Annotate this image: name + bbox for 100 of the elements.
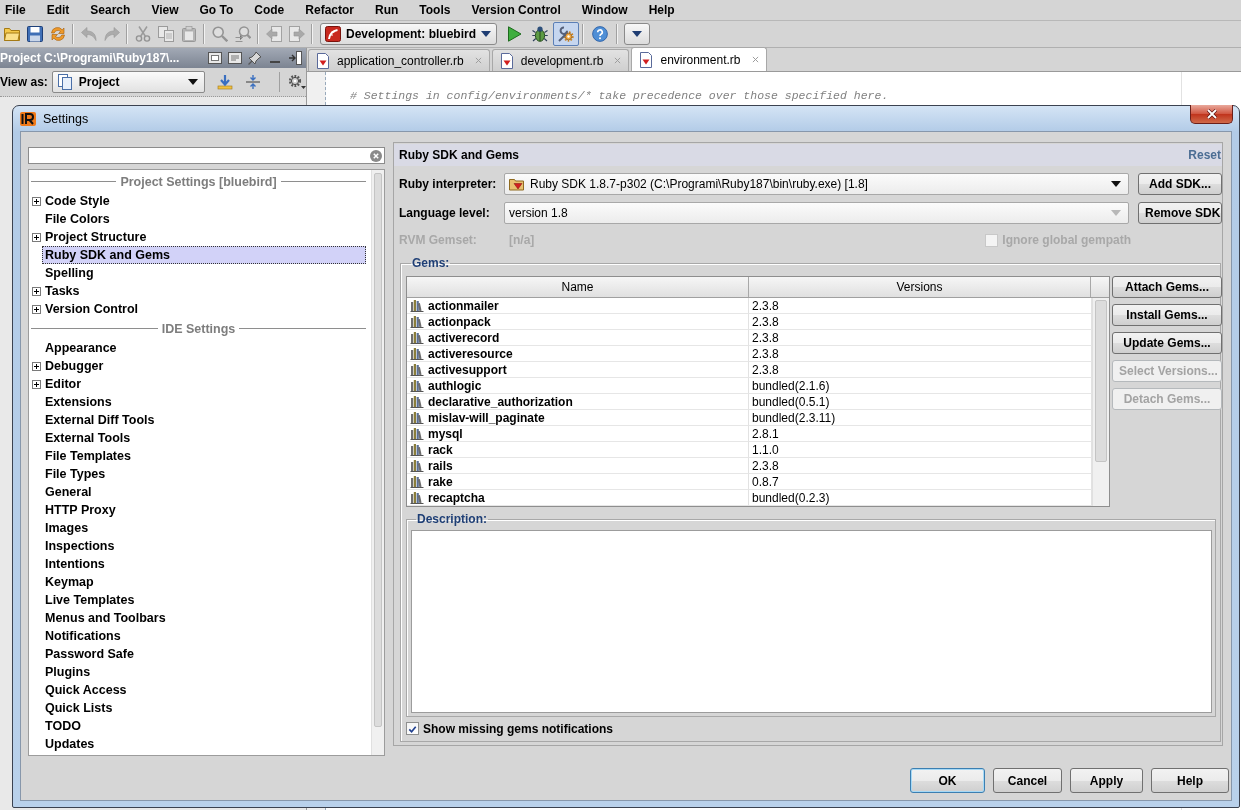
folder-icon[interactable]	[3, 26, 20, 42]
scrollbar[interactable]	[371, 170, 384, 755]
pin-icon[interactable]	[248, 51, 262, 65]
tree-item[interactable]: Project Structure	[42, 228, 366, 246]
gem-action-button[interactable]: Install Gems...	[1112, 304, 1222, 326]
expand-icon[interactable]	[32, 232, 41, 242]
editor-tab[interactable]: development.rb	[491, 49, 630, 71]
tree-item[interactable]: Menus and Toolbars	[42, 609, 366, 627]
books-icon	[410, 347, 424, 360]
tree-item[interactable]: Code Style	[42, 192, 366, 210]
menu-item[interactable]: File	[5, 3, 26, 17]
view-as-dropdown[interactable]: Project	[51, 71, 206, 93]
tree-item[interactable]: General	[42, 483, 366, 501]
close-button[interactable]	[1190, 105, 1233, 124]
search-field[interactable]	[28, 147, 385, 164]
menu-item[interactable]: Code	[254, 3, 285, 17]
menu-item[interactable]: Search	[90, 3, 131, 17]
view-as-label: View as:	[0, 75, 48, 89]
tree-item[interactable]: Live Templates	[42, 591, 366, 609]
gem-action-button[interactable]: Attach Gems...	[1112, 276, 1222, 298]
tree-item[interactable]: Updates	[42, 735, 366, 753]
arrow-down-icon[interactable]	[217, 74, 234, 90]
tree-item[interactable]: Version Control	[42, 300, 366, 318]
refresh-icon[interactable]	[49, 26, 66, 42]
close-icon	[1204, 109, 1219, 119]
column-header[interactable]: Versions	[749, 277, 1091, 297]
tree-item[interactable]: Quick Lists	[42, 699, 366, 717]
dialog-button[interactable]: Apply	[1070, 768, 1143, 793]
tree-item[interactable]: HTTP Proxy	[42, 501, 366, 519]
collapse-icon[interactable]	[245, 74, 262, 90]
editor-tab[interactable]: application_controller.rb	[308, 49, 490, 71]
editor-tab[interactable]: environment.rb	[631, 47, 767, 71]
checkbox[interactable]	[406, 722, 419, 735]
menu-item[interactable]: Refactor	[305, 3, 354, 17]
tree-item[interactable]: Password Safe	[42, 645, 366, 663]
dropdown-button[interactable]	[624, 23, 650, 45]
window-icon[interactable]	[208, 51, 222, 65]
play-icon[interactable]	[506, 26, 522, 42]
menu-item[interactable]: Version Control	[471, 3, 561, 17]
tree-item[interactable]: Images	[42, 519, 366, 537]
expand-icon[interactable]	[32, 196, 41, 206]
floppy-icon[interactable]	[26, 26, 43, 42]
tree-item[interactable]: File Templates	[42, 447, 366, 465]
menu-item[interactable]: Window	[581, 3, 628, 17]
toolbar-toggle-button[interactable]	[553, 22, 579, 46]
dialog-button[interactable]: Help	[1151, 768, 1229, 793]
run-configuration-dropdown[interactable]: Development: bluebird	[320, 23, 497, 45]
tree-item[interactable]: External Diff Tools	[42, 411, 366, 429]
settings-icon[interactable]	[288, 74, 306, 90]
interpreter-dropdown[interactable]: Ruby SDK 1.8.7-p302 (C:\Programi\Ruby187\bin\ruby.exe) [1.8]	[504, 173, 1129, 195]
help-icon[interactable]	[592, 26, 608, 42]
menu-item[interactable]: View	[151, 3, 179, 17]
reset-link[interactable]: Reset	[1188, 148, 1221, 162]
tree-item[interactable]: Spelling	[42, 264, 366, 282]
tree-item[interactable]: Tasks	[42, 282, 366, 300]
tree-item[interactable]: Notifications	[42, 627, 366, 645]
caret-down-icon	[481, 31, 491, 37]
settings-icon[interactable]	[558, 26, 574, 42]
column-header[interactable]: Name	[407, 277, 749, 297]
tree-item[interactable]: Debugger	[42, 357, 366, 375]
tree-item[interactable]: Extensions	[42, 393, 366, 411]
expand-icon[interactable]	[32, 361, 41, 371]
close-icon[interactable]	[751, 56, 759, 63]
gem-version: bundled(2.1.6)	[749, 378, 1092, 394]
gem-version: 2.3.8	[749, 362, 1092, 378]
dialog-button[interactable]: Cancel	[993, 768, 1062, 793]
tree-item[interactable]: Ruby SDK and Gems	[42, 246, 366, 264]
books-icon	[410, 331, 424, 344]
tree-item[interactable]: Quick Access	[42, 681, 366, 699]
menu-item[interactable]: Edit	[46, 3, 70, 17]
checkbox-label[interactable]: Show missing gems notifications	[423, 721, 614, 736]
menu-item[interactable]: Go To	[199, 3, 234, 17]
tree-item[interactable]: File Colors	[42, 210, 366, 228]
tree-item[interactable]: Editor	[42, 375, 366, 393]
expand-icon[interactable]	[32, 304, 41, 314]
gem-action-button[interactable]: Update Gems...	[1112, 332, 1222, 354]
bug-icon[interactable]	[532, 26, 548, 42]
tree-item[interactable]: Appearance	[42, 339, 366, 357]
hide-panel-icon[interactable]	[288, 51, 302, 65]
menu-item[interactable]: Tools	[419, 3, 451, 17]
tree-item[interactable]: Inspections	[42, 537, 366, 555]
document-gem-icon	[638, 51, 655, 68]
tree-item[interactable]: External Tools	[42, 429, 366, 447]
clear-icon[interactable]	[370, 149, 382, 162]
dialog-button[interactable]: OK	[910, 768, 985, 793]
expand-icon[interactable]	[32, 286, 41, 296]
books-icon	[410, 299, 424, 312]
split-window-icon[interactable]	[228, 51, 242, 65]
tree-item[interactable]: Keymap	[42, 573, 366, 591]
close-icon[interactable]	[614, 57, 622, 64]
menu-item[interactable]: Run	[375, 3, 399, 17]
add-sdk-button[interactable]: Add SDK...	[1138, 173, 1222, 195]
scrollbar[interactable]	[1092, 298, 1109, 506]
tree-item[interactable]: Intentions	[42, 555, 366, 573]
close-icon[interactable]	[474, 57, 482, 64]
tree-item[interactable]: File Types	[42, 465, 366, 483]
expand-icon[interactable]	[32, 379, 41, 389]
tree-item[interactable]: Plugins	[42, 663, 366, 681]
menu-item[interactable]: Help	[648, 3, 675, 17]
tree-item[interactable]: TODO	[42, 717, 366, 735]
